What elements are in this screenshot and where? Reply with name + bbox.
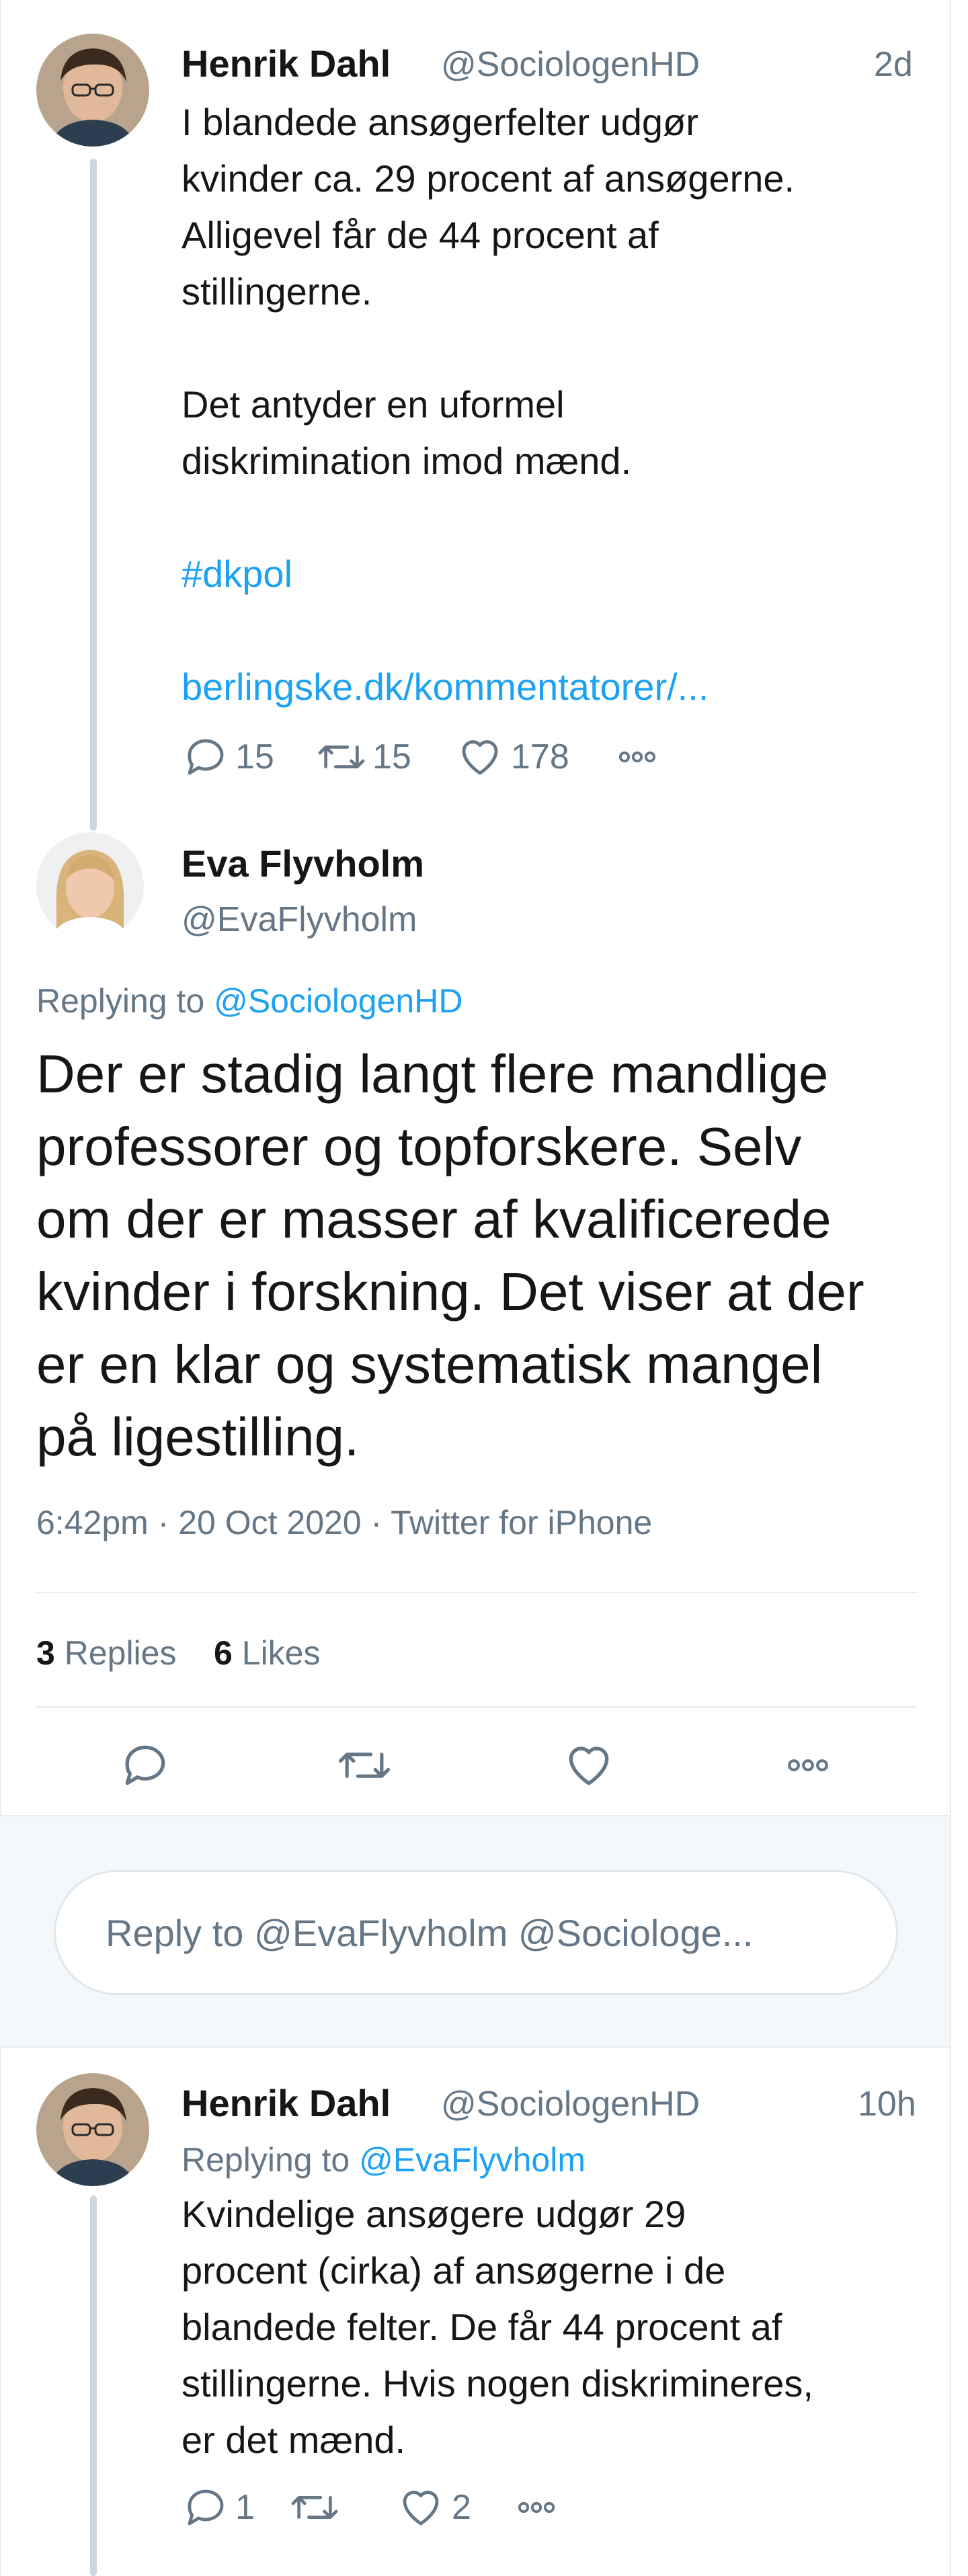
tweet-text-line: professorer og topforskere. Selv: [36, 1117, 802, 1176]
thread-line: [90, 159, 97, 831]
person-avatar-icon: [36, 34, 149, 147]
author-name[interactable]: Henrik Dahl: [182, 42, 391, 85]
heart-icon: [462, 740, 498, 775]
reply-count: 15: [235, 737, 274, 776]
more-icon: [618, 751, 656, 763]
tweet-text-line: Kvindelige ansøgere udgør 29: [182, 2193, 686, 2235]
more-action[interactable]: [511, 2483, 562, 2532]
author-name[interactable]: Eva Flyvholm: [182, 842, 424, 885]
replying-to: Replying to @SociologenHD: [36, 981, 462, 1020]
replies-label[interactable]: Replies: [65, 1634, 177, 1672]
left-border: [0, 0, 1, 2576]
like-button[interactable]: [561, 1738, 617, 1792]
retweet-action[interactable]: 15: [316, 733, 411, 781]
eva-avatar[interactable]: [36, 832, 144, 940]
tweet-text-line: procent (cirka) af ansøgerne i de: [182, 2249, 726, 2292]
conversation-canvas: Henrik Dahl @SociologenHD 2d I blandede …: [0, 0, 968, 2576]
heart-icon: [403, 2491, 439, 2526]
like-count: 178: [511, 737, 569, 776]
more-button[interactable]: [780, 1738, 836, 1792]
divider: [36, 1592, 917, 1593]
retweet-button[interactable]: [336, 1738, 393, 1792]
right-border: [950, 0, 951, 2576]
more-icon: [518, 2501, 555, 2513]
tweet-text-line: på ligestilling.: [36, 1407, 360, 1467]
reply-count: 1: [235, 2488, 255, 2527]
replying-to-label: Replying to: [36, 982, 205, 1020]
reply-icon: [125, 1745, 165, 1785]
tweet-text-line: blandede felter. De får 44 procent af: [182, 2306, 782, 2348]
retweet-count: 15: [372, 737, 411, 776]
like-action[interactable]: 2: [395, 2483, 471, 2532]
like-count: 2: [452, 2488, 471, 2527]
tweet-text-line: er en klar og systematisk mangel: [36, 1334, 823, 1394]
reply-button[interactable]: [118, 1738, 172, 1792]
heart-icon: [569, 1746, 609, 1785]
author-handle[interactable]: @SociologenHD: [441, 2084, 700, 2124]
person-avatar-icon: [36, 2073, 149, 2186]
like-action[interactable]: 178: [454, 733, 569, 781]
tweet-text-line: kvinder ca. 29 procent af ansøgerne.: [182, 157, 795, 200]
retweet-icon: [318, 746, 365, 768]
retweet-icon: [291, 2496, 338, 2519]
tweet-body: Kvindelige ansøgere udgør 29 procent (ci…: [182, 2186, 813, 2468]
replying-to-label: Replying to: [182, 2141, 350, 2179]
hashtag-link[interactable]: #dkpol: [182, 546, 795, 602]
more-icon: [788, 1759, 828, 1771]
author-handle[interactable]: @EvaFlyvholm: [182, 899, 417, 940]
replies-count[interactable]: 3: [36, 1634, 55, 1672]
tweet-time[interactable]: 2d: [874, 44, 913, 85]
tweet-text-line: kvinder i forskning. Det viser at der: [36, 1262, 864, 1322]
article-link[interactable]: berlingske.dk/kommentatorer/...: [182, 659, 795, 715]
tweet-text-line: Alligevel får de 44 procent af: [182, 214, 659, 256]
tweet-text-line: om der er masser af kvalificerede: [36, 1189, 832, 1249]
likes-count[interactable]: 6: [214, 1634, 233, 1672]
tweet-text-line: Der er stadig langt flere mandlige: [36, 1044, 829, 1104]
divider: [36, 1706, 917, 1707]
replying-to: Replying to @EvaFlyvholm: [182, 2140, 586, 2179]
reply-action[interactable]: 15: [182, 733, 274, 781]
author-name[interactable]: Henrik Dahl: [182, 2081, 391, 2125]
author-handle[interactable]: @SociologenHD: [441, 44, 700, 85]
thread-line: [90, 2196, 97, 2576]
reply-input[interactable]: Reply to @EvaFlyvholm @Sociologe...: [54, 1870, 898, 1995]
tweet-text-line: er det mænd.: [182, 2419, 406, 2461]
tweet-text-line: stillingerne.: [182, 270, 372, 313]
tweet-text-line: Det antyder en uformel: [182, 383, 565, 426]
reply-compose-area: Reply to @EvaFlyvholm @Sociologe...: [0, 1815, 950, 2048]
retweet-icon: [338, 1753, 391, 1778]
retweet-action[interactable]: [289, 2483, 340, 2532]
main-tweet-body: Der er stadig langt flere mandlige profe…: [36, 1038, 864, 1474]
tweet-meta[interactable]: 6:42pm · 20 Oct 2020 · Twitter for iPhon…: [36, 1503, 652, 1542]
tweet-body: I blandede ansøgerfelter udgør kvinder c…: [182, 94, 795, 715]
henrik-avatar[interactable]: [36, 34, 149, 147]
reply-action[interactable]: 1: [182, 2483, 255, 2532]
more-action[interactable]: [612, 733, 663, 781]
person-avatar-icon: [36, 832, 144, 940]
henrik-avatar[interactable]: [36, 2073, 149, 2186]
reply-icon: [188, 2489, 224, 2526]
tweet-text-line: stillingerne. Hvis nogen diskrimineres,: [182, 2362, 813, 2405]
reply-icon: [188, 739, 224, 775]
replying-to-link[interactable]: @SociologenHD: [214, 982, 462, 1020]
tweet-text-line: I blandede ansøgerfelter udgør: [182, 101, 698, 143]
tweet-text-line: diskrimination imod mænd.: [182, 440, 632, 482]
engagement-stats: 3 Replies 6 Likes: [36, 1634, 321, 1673]
tweet-time[interactable]: 10h: [858, 2084, 916, 2124]
replying-to-link[interactable]: @EvaFlyvholm: [359, 2141, 586, 2179]
likes-label[interactable]: Likes: [242, 1634, 321, 1672]
